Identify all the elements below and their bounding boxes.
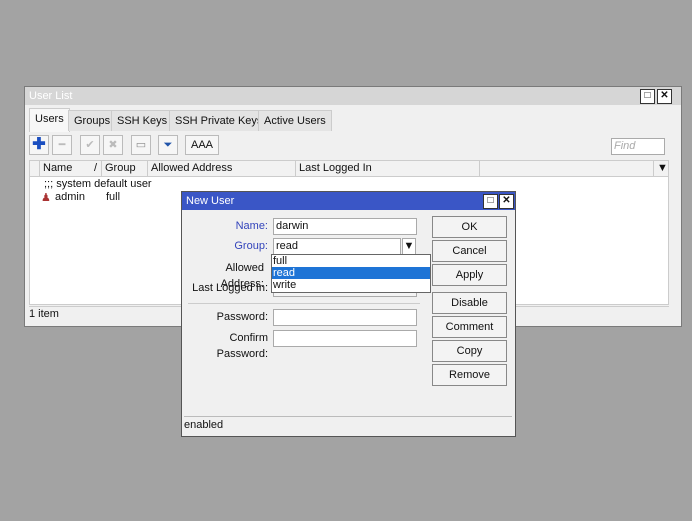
remove-button[interactable]: Remove [432,364,507,386]
aaa-button[interactable]: AAA [185,135,219,155]
name-input[interactable]: darwin [273,218,417,235]
comment-icon[interactable]: ▭ [131,135,151,155]
close-button[interactable]: ✕ [499,194,514,209]
password-input[interactable] [273,309,417,326]
new-user-dialog: New User □ ✕ Name: darwin Group: read ▼ … [181,191,516,437]
comment-button[interactable]: Comment [432,316,507,338]
column-last-logged-in[interactable]: Last Logged In [296,161,480,177]
user-icon: ♟ [41,192,51,204]
copy-button[interactable]: Copy [432,340,507,362]
window-title: User List [29,90,73,102]
remove-icon[interactable]: ━ [52,135,72,155]
status-bar: enabled [184,416,512,434]
ok-button[interactable]: OK [432,216,507,238]
tab-ssh-keys[interactable]: SSH Keys [111,110,174,131]
confirm-password-input[interactable] [273,330,417,347]
option-full[interactable]: full [272,255,430,267]
name-label: Name: [235,220,268,232]
dropdown-arrow-icon[interactable]: ▼ [402,238,416,255]
maximize-button[interactable]: □ [640,89,655,104]
title-bar: User List [25,87,681,105]
password-label: Password: [216,311,268,323]
title-bar: New User [182,192,515,210]
column-group[interactable]: Group [102,161,148,177]
close-button[interactable]: ✕ [657,89,672,104]
column-name[interactable]: Name / [40,161,102,177]
option-read[interactable]: read [272,267,430,279]
allowed-address-label: Allowed Address: [220,262,264,290]
group-dropdown-list: full read write [271,254,431,293]
tab-ssh-private-keys[interactable]: SSH Private Keys [169,110,269,131]
maximize-button[interactable]: □ [483,194,498,209]
group-select[interactable]: read [273,238,401,255]
tab-groups[interactable]: Groups [68,110,117,131]
disable-icon[interactable]: ✖ [103,135,123,155]
add-icon[interactable]: ✚ [29,135,49,155]
option-write[interactable]: write [272,279,430,291]
enable-icon[interactable]: ✔ [80,135,100,155]
separator [188,303,420,304]
column-allowed-address[interactable]: Allowed Address [148,161,296,177]
tab-users[interactable]: Users [29,108,70,132]
group-label: Group: [234,240,268,252]
tab-active-users[interactable]: Active Users [258,110,332,131]
apply-button[interactable]: Apply [432,264,507,286]
find-input[interactable]: Find [611,138,665,155]
confirm-password-label: Confirm Password: [216,332,268,360]
disable-button[interactable]: Disable [432,292,507,314]
columns-menu-icon[interactable]: ▼ [654,161,669,177]
cancel-button[interactable]: Cancel [432,240,507,262]
comment-row[interactable]: ;;; system default user [44,178,152,190]
filter-icon[interactable]: ⏷ [158,135,178,155]
last-logged-in-label: Last Logged In: [192,282,268,294]
